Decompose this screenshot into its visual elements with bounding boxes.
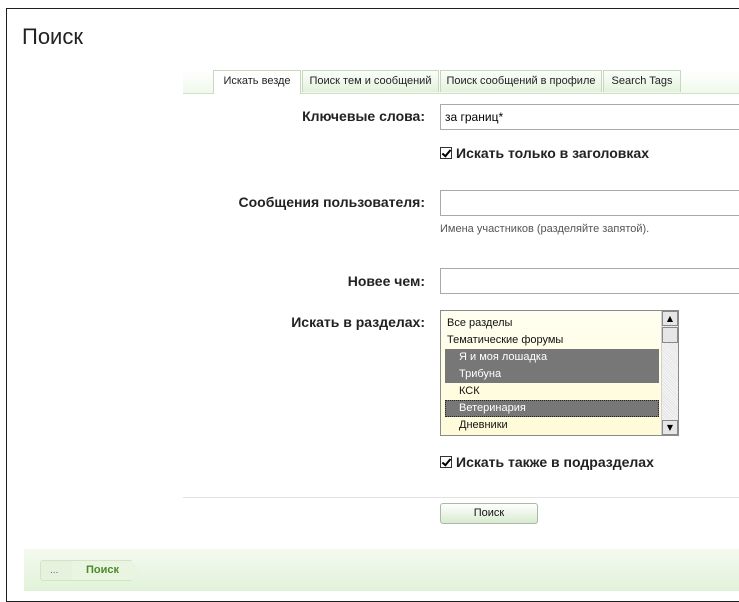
tab-search-profile-posts[interactable]: Поиск сообщений в профиле	[440, 70, 602, 92]
sections-label: Искать в разделах:	[291, 314, 425, 330]
listbox-scrollbar[interactable]: ▲ ▼	[661, 311, 678, 435]
titles-only-label: Искать только в заголовках	[456, 145, 649, 161]
scroll-down-arrow-icon[interactable]: ▼	[662, 420, 678, 435]
search-submit-button[interactable]: Поиск	[440, 503, 538, 524]
tab-search-tags[interactable]: Search Tags	[603, 70, 681, 92]
checkbox-checked-icon[interactable]	[440, 147, 452, 159]
section-option-me-and-my-horse[interactable]: Я и моя лошадка	[445, 349, 659, 366]
user-posts-hint: Имена участников (разделяйте запятой).	[440, 223, 650, 235]
tab-search-threads-posts[interactable]: Поиск тем и сообщений	[302, 70, 439, 92]
section-option-ksk[interactable]: КСК	[445, 383, 659, 400]
breadcrumb-home[interactable]: ...	[40, 560, 76, 581]
user-posts-input[interactable]	[440, 190, 739, 216]
breadcrumb-arrow-icon	[131, 560, 141, 581]
section-option-veterinary[interactable]: Ветеринария	[445, 400, 659, 417]
section-option-diaries[interactable]: Дневники	[445, 417, 659, 434]
page-title: Поиск	[22, 24, 83, 49]
page-frame	[6, 8, 739, 602]
subsections-checkbox[interactable]: Искать также в подразделах	[440, 454, 654, 470]
checkbox-checked-icon[interactable]	[440, 456, 452, 468]
sections-listbox[interactable]: Все разделы Тематические форумы Я и моя …	[440, 310, 679, 436]
newer-than-label: Новее чем:	[347, 273, 425, 289]
user-posts-label: Сообщения пользователя:	[238, 194, 425, 210]
keywords-input[interactable]: за границ*	[440, 104, 739, 130]
scroll-up-arrow-icon[interactable]: ▲	[662, 311, 678, 326]
newer-than-input[interactable]	[440, 268, 739, 294]
titles-only-checkbox[interactable]: Искать только в заголовках	[440, 145, 649, 161]
section-option-thematic-forums[interactable]: Тематические форумы	[447, 332, 661, 349]
subsections-label: Искать также в подразделах	[456, 454, 654, 470]
section-option-tribune[interactable]: Трибуна	[445, 366, 659, 383]
tab-search-everywhere[interactable]: Искать везде	[213, 70, 301, 94]
keywords-label: Ключевые слова:	[302, 108, 425, 124]
scrollbar-thumb[interactable]	[662, 327, 678, 343]
section-option-all[interactable]: Все разделы	[447, 315, 661, 332]
form-divider	[183, 497, 739, 498]
breadcrumb-current[interactable]: Поиск	[72, 560, 132, 581]
